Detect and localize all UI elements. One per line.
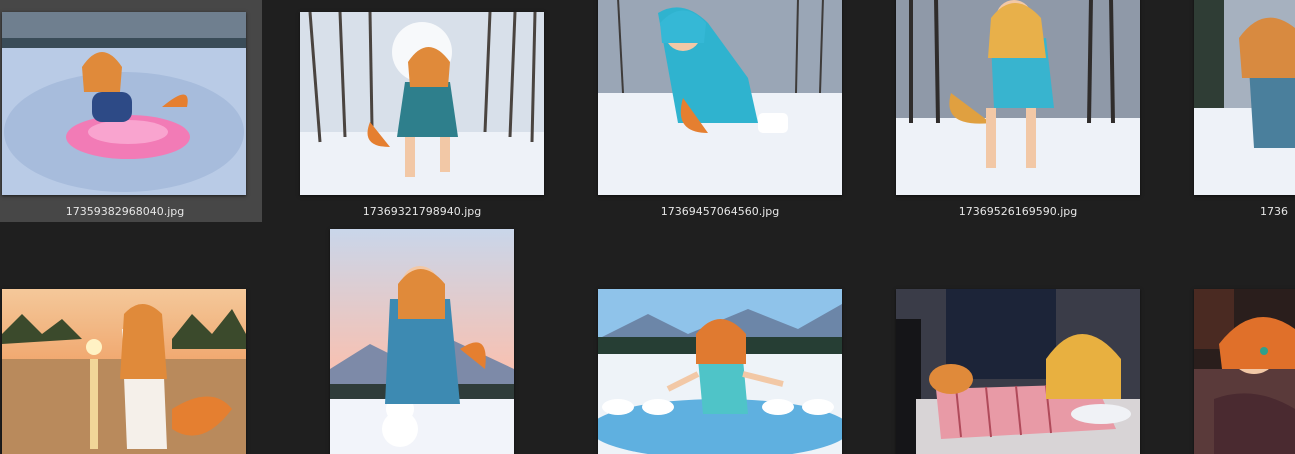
thumbnail-image[interactable] — [300, 12, 544, 195]
thumbnail-image[interactable] — [598, 0, 842, 195]
thumbnail-image[interactable] — [1194, 289, 1295, 454]
thumbnail-image[interactable] — [2, 12, 246, 195]
file-tile-5[interactable]: 1736 — [1190, 0, 1295, 222]
file-tile-2[interactable]: 17369321798940.jpg — [296, 0, 548, 222]
thumbnail-image[interactable] — [896, 0, 1140, 195]
file-explorer-gallery: 17359382968040.jpg 17369321798940.jpg 17… — [0, 0, 1295, 454]
thumbnail-image[interactable] — [1194, 0, 1295, 195]
file-tile-7[interactable] — [296, 222, 548, 454]
thumbnail-image[interactable] — [2, 289, 246, 454]
file-tile-4[interactable]: 17369526169590.jpg — [892, 0, 1144, 222]
thumbnail-image[interactable] — [330, 229, 514, 454]
file-name-label: 17369457064560.jpg — [660, 205, 780, 218]
file-tile-6[interactable] — [0, 222, 262, 454]
file-tile-3[interactable]: 17369457064560.jpg — [594, 0, 846, 222]
thumbnail-image[interactable] — [598, 289, 842, 454]
file-tile-9[interactable] — [892, 222, 1144, 454]
file-tile-1[interactable]: 17359382968040.jpg — [0, 0, 262, 222]
thumbnail-image[interactable] — [896, 289, 1140, 454]
file-name-label: 17369526169590.jpg — [958, 205, 1078, 218]
file-name-label: 17359382968040.jpg — [65, 205, 185, 218]
file-name-label: 1736 — [1260, 205, 1288, 218]
file-tile-8[interactable] — [594, 222, 846, 454]
file-tile-10[interactable] — [1190, 222, 1295, 454]
file-name-label: 17369321798940.jpg — [362, 205, 482, 218]
